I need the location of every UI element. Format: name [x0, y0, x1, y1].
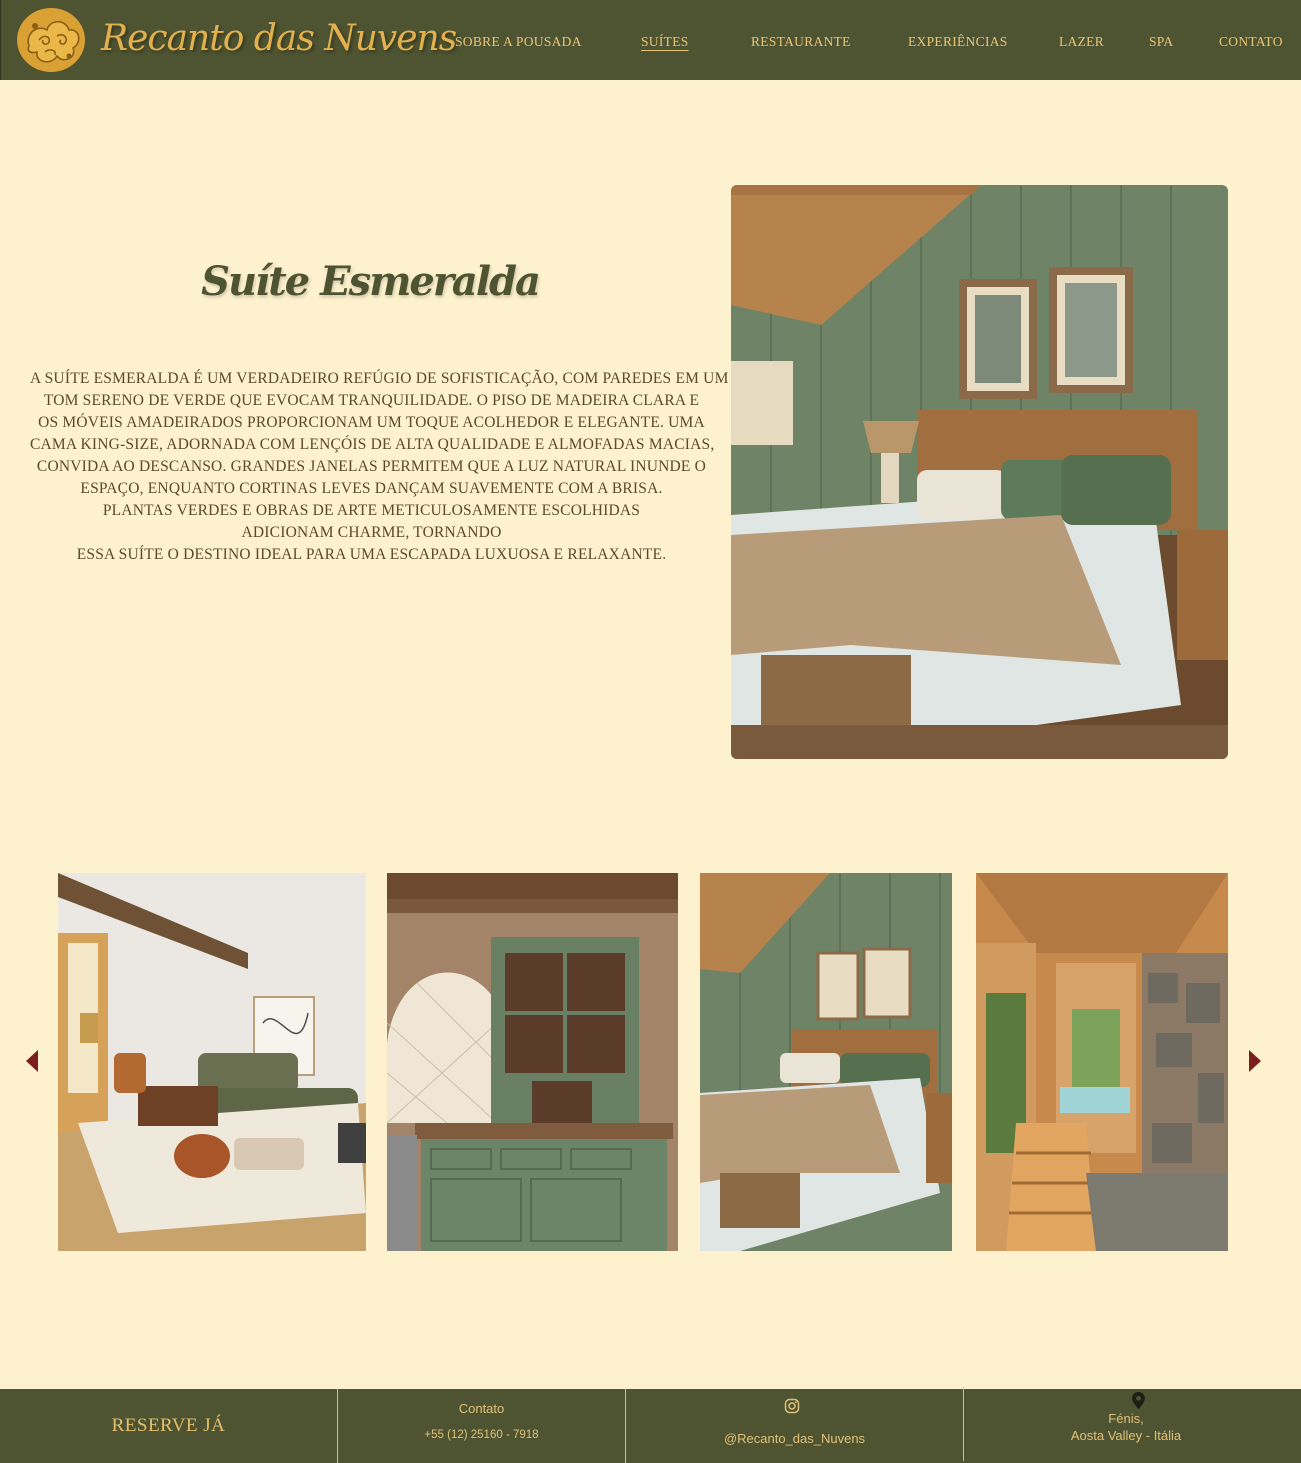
nav-spa[interactable]: Spa: [1149, 34, 1173, 50]
map-pin-icon: [1132, 1392, 1145, 1409]
carousel-photo-green-bedroom[interactable]: [700, 873, 952, 1251]
description-line: adicionam charme, tornando: [241, 524, 502, 541]
description-line: cama king-size, adornada com lençóis de …: [30, 436, 715, 453]
brand-name[interactable]: Recanto das Nuvens: [101, 18, 457, 59]
carousel-prev-caret-left-icon[interactable]: [26, 1050, 38, 1072]
footer-divider: [625, 1389, 626, 1463]
description-line: os móveis amadeirados proporcionam um to…: [38, 414, 705, 431]
location-line-2: Aosta Valley - Itália: [1070, 1428, 1182, 1443]
description-line: A Suíte Esmeralda é um verdadeiro refúgi…: [30, 370, 729, 387]
carousel-next-caret-right-icon[interactable]: [1249, 1050, 1261, 1072]
carousel-photo-wooden-bathroom[interactable]: [976, 873, 1228, 1251]
contact-title: Contato: [458, 1401, 505, 1416]
instagram-icon[interactable]: [784, 1398, 800, 1414]
carousel-photo-living-room[interactable]: [58, 873, 366, 1251]
description-line: convida ao descanso. Grandes janelas per…: [36, 458, 707, 475]
nav-suites[interactable]: Suítes: [641, 34, 689, 50]
nav-experiencias[interactable]: Experiências: [908, 34, 1008, 50]
location-line-1: Fénis,: [1108, 1411, 1144, 1426]
nav-lazer[interactable]: Lazer: [1059, 34, 1104, 50]
reserve-button[interactable]: Reserve já: [0, 1389, 337, 1463]
nav-restaurante[interactable]: Restaurante: [751, 34, 851, 50]
instagram-handle[interactable]: @Recanto_das_Nuvens: [626, 1431, 963, 1446]
description-line: essa suíte o destino ideal para uma esca…: [76, 546, 667, 563]
description-line: tom sereno de verde que evocam tranquili…: [43, 392, 700, 409]
carousel-photo-kitchen-cabinet[interactable]: [387, 873, 678, 1251]
suite-title: Suíte Esmeralda: [201, 258, 541, 305]
cloud-swirl-logo-icon[interactable]: [15, 6, 87, 74]
description-line: Plantas verdes e obras de arte meticulos…: [102, 502, 641, 519]
site-footer: Reserve já Contato +55 (12) 25160 - 7918…: [0, 1387, 1301, 1463]
suite-hero-photo: [731, 185, 1228, 759]
site-header: Recanto das Nuvens Sobre a Pousada Suíte…: [0, 0, 1301, 80]
nav-sobre-a-pousada[interactable]: Sobre a Pousada: [455, 34, 582, 50]
contact-phone[interactable]: +55 (12) 25160 - 7918: [338, 1429, 625, 1441]
nav-contato[interactable]: Contato: [1219, 34, 1283, 50]
description-line: espaço, enquanto cortinas leves dançam s…: [80, 480, 663, 497]
suite-description: A Suíte Esmeralda é um verdadeiro refúgi…: [30, 368, 729, 566]
